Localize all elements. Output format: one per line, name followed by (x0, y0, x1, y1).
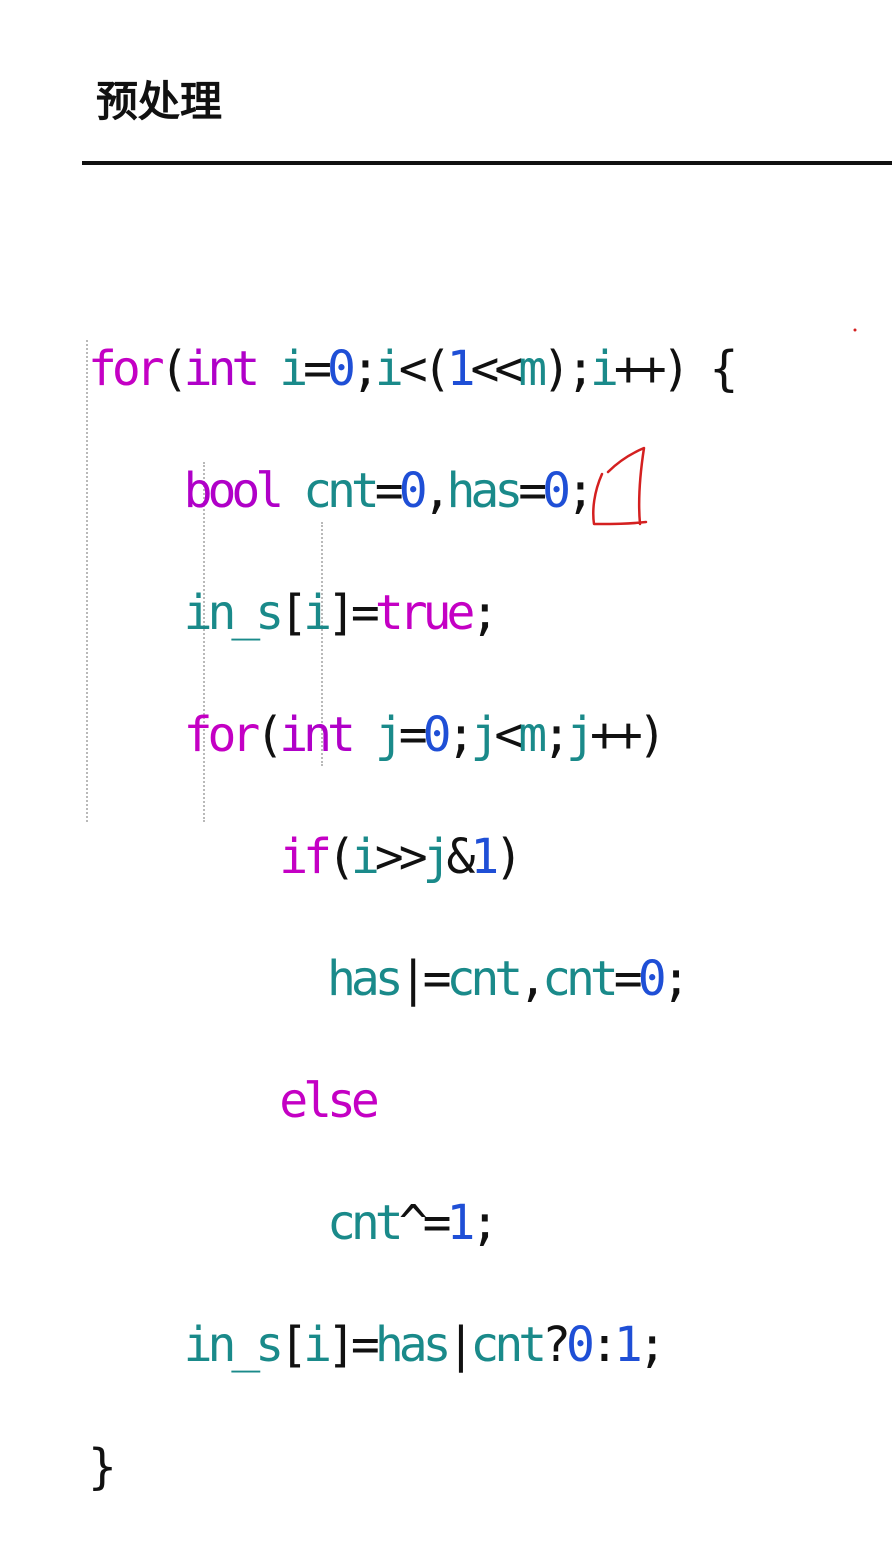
code-line-6: has|=cnt,cnt=0; (326, 951, 691, 1007)
code-line-9: in_s[i]=has|cnt?0:1; (183, 1317, 667, 1373)
type: bool (183, 463, 285, 519)
code-line-1: for(int i=0;i<(1<<m);i++) { (88, 341, 738, 397)
code-line-10: } (88, 1439, 117, 1495)
keyword: for (88, 341, 165, 397)
stray-mark (853, 328, 857, 332)
keyword: if (279, 829, 332, 885)
heading-underline (82, 161, 892, 165)
type: int (183, 341, 261, 397)
code-line-3: in_s[i]=true; (183, 585, 500, 641)
code-line-8: cnt^=1; (326, 1195, 499, 1251)
page-heading: 预处理 (96, 77, 223, 126)
type: int (279, 707, 356, 763)
code-line-7: else (88, 1071, 733, 1132)
code-line-5: if(i>>j&1) (279, 829, 523, 885)
keyword: for (183, 707, 261, 763)
handwritten-annotation (592, 446, 648, 526)
keyword: else (279, 1073, 380, 1129)
code-line-4: for(int j=0;j<m;j++) (183, 707, 667, 763)
